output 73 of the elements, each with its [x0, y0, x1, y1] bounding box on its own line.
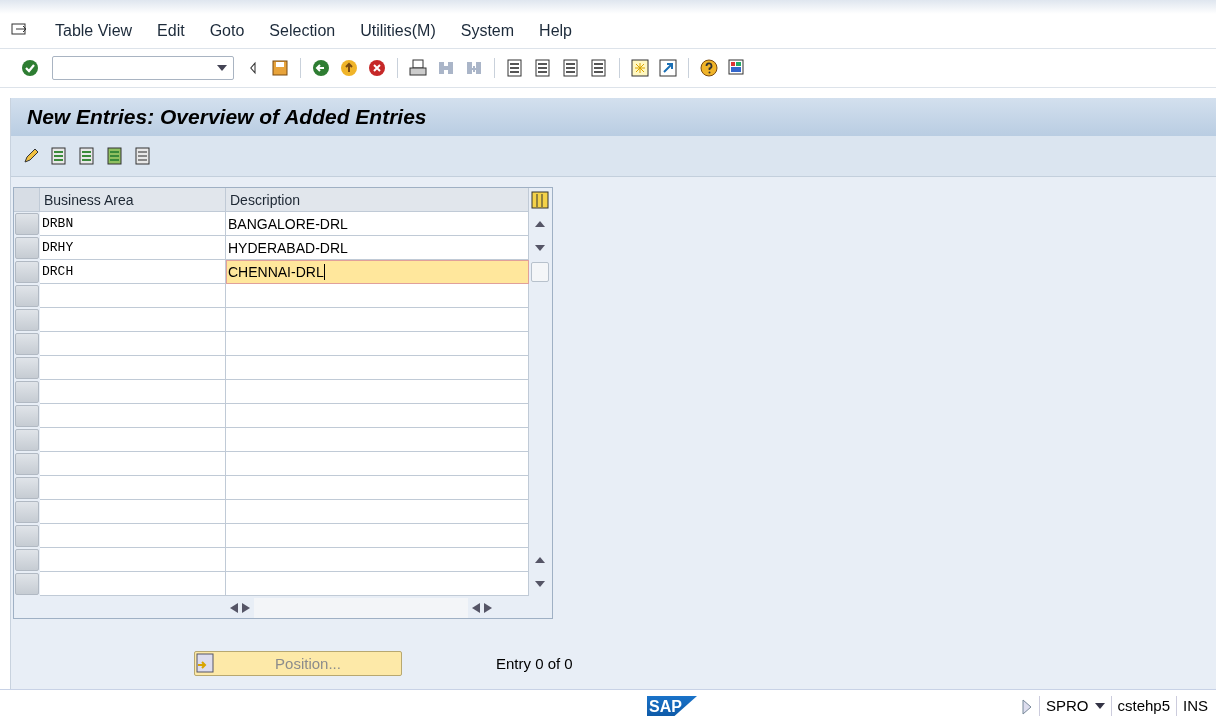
- expand-icon[interactable]: [1021, 698, 1033, 716]
- next-page-icon[interactable]: [561, 58, 581, 78]
- up-icon[interactable]: [339, 58, 359, 78]
- row-selector[interactable]: [15, 429, 39, 451]
- scroll-up-icon[interactable]: [535, 557, 545, 563]
- scroll-thumb[interactable]: [531, 262, 549, 282]
- table-cell[interactable]: DRBN: [40, 212, 226, 236]
- scroll-down-icon[interactable]: [535, 581, 545, 587]
- new-window-icon[interactable]: [630, 58, 650, 78]
- layout-icon[interactable]: [727, 58, 747, 78]
- server-name: cstehp5: [1110, 696, 1177, 716]
- copy-row-icon[interactable]: [77, 146, 97, 166]
- back-icon[interactable]: [311, 58, 331, 78]
- help-icon[interactable]: [699, 58, 719, 78]
- table-cell[interactable]: HYDERABAD-DRL: [226, 236, 529, 260]
- row-selector[interactable]: [15, 381, 39, 403]
- shortcut-icon[interactable]: [658, 58, 678, 78]
- table-cell[interactable]: DRHY: [40, 236, 226, 260]
- screen-title: New Entries: Overview of Added Entries: [27, 105, 427, 129]
- dropdown-icon[interactable]: [217, 65, 227, 71]
- menu-item[interactable]: Selection: [269, 22, 336, 40]
- menu-item[interactable]: Utilities(M): [360, 22, 436, 40]
- column-header[interactable]: Business Area: [40, 188, 226, 212]
- row-selector[interactable]: [15, 285, 39, 307]
- row-selector[interactable]: [15, 525, 39, 547]
- last-page-icon[interactable]: [589, 58, 609, 78]
- menu-item[interactable]: Edit: [157, 22, 185, 40]
- select-all-icon[interactable]: [105, 146, 125, 166]
- pencil-icon[interactable]: [21, 146, 41, 166]
- table-cell[interactable]: BANGALORE-DRL: [226, 212, 529, 236]
- save-icon[interactable]: [270, 58, 290, 78]
- row-selector[interactable]: [15, 261, 39, 283]
- dropdown-icon: [1094, 703, 1105, 709]
- horizontal-scrollbar[interactable]: [254, 598, 468, 618]
- row-selector[interactable]: [15, 477, 39, 499]
- deselect-all-icon[interactable]: [133, 146, 153, 166]
- scroll-right-icon[interactable]: [242, 603, 250, 613]
- logo: SAP: [647, 696, 697, 716]
- row-selector[interactable]: [15, 501, 39, 523]
- column-settings-icon[interactable]: [531, 191, 549, 209]
- row-selector[interactable]: [15, 309, 39, 331]
- table-cell[interactable]: DRCH: [40, 260, 226, 284]
- menu-item[interactable]: System: [460, 22, 515, 40]
- table-cell[interactable]: CHENNAI-DRL: [226, 260, 529, 284]
- cancel-icon[interactable]: [367, 58, 387, 78]
- row-selector[interactable]: [15, 333, 39, 355]
- command-field[interactable]: [52, 56, 234, 80]
- print-icon[interactable]: [408, 58, 428, 78]
- input-mode: INS: [1176, 696, 1215, 716]
- menu-item[interactable]: Table View: [55, 22, 133, 40]
- scroll-left-icon[interactable]: [472, 603, 480, 613]
- row-selector[interactable]: [15, 573, 39, 595]
- previous-page-icon[interactable]: [533, 58, 553, 78]
- menu-item[interactable]: Goto: [209, 22, 245, 40]
- row-selector[interactable]: [15, 357, 39, 379]
- row-selector[interactable]: [15, 237, 39, 259]
- checkmark-icon[interactable]: [20, 58, 40, 78]
- scroll-down-icon[interactable]: [535, 245, 545, 251]
- scroll-right-icon[interactable]: [484, 603, 492, 613]
- scroll-left-icon[interactable]: [230, 603, 238, 613]
- entry-count: Entry 0 of 0: [496, 654, 573, 672]
- row-selector[interactable]: [15, 405, 39, 427]
- menu-item[interactable]: Help: [539, 22, 572, 40]
- row-selector[interactable]: [15, 549, 39, 571]
- table-corner[interactable]: [14, 188, 40, 212]
- first-page-icon[interactable]: [505, 58, 525, 78]
- row-selector[interactable]: [15, 453, 39, 475]
- delete-row-icon[interactable]: [49, 146, 69, 166]
- column-header[interactable]: Description: [226, 188, 529, 212]
- row-selector[interactable]: [15, 213, 39, 235]
- transaction-dropdown[interactable]: SPRO: [1039, 696, 1111, 716]
- scroll-up-icon[interactable]: [535, 221, 545, 227]
- position-icon: [195, 653, 215, 673]
